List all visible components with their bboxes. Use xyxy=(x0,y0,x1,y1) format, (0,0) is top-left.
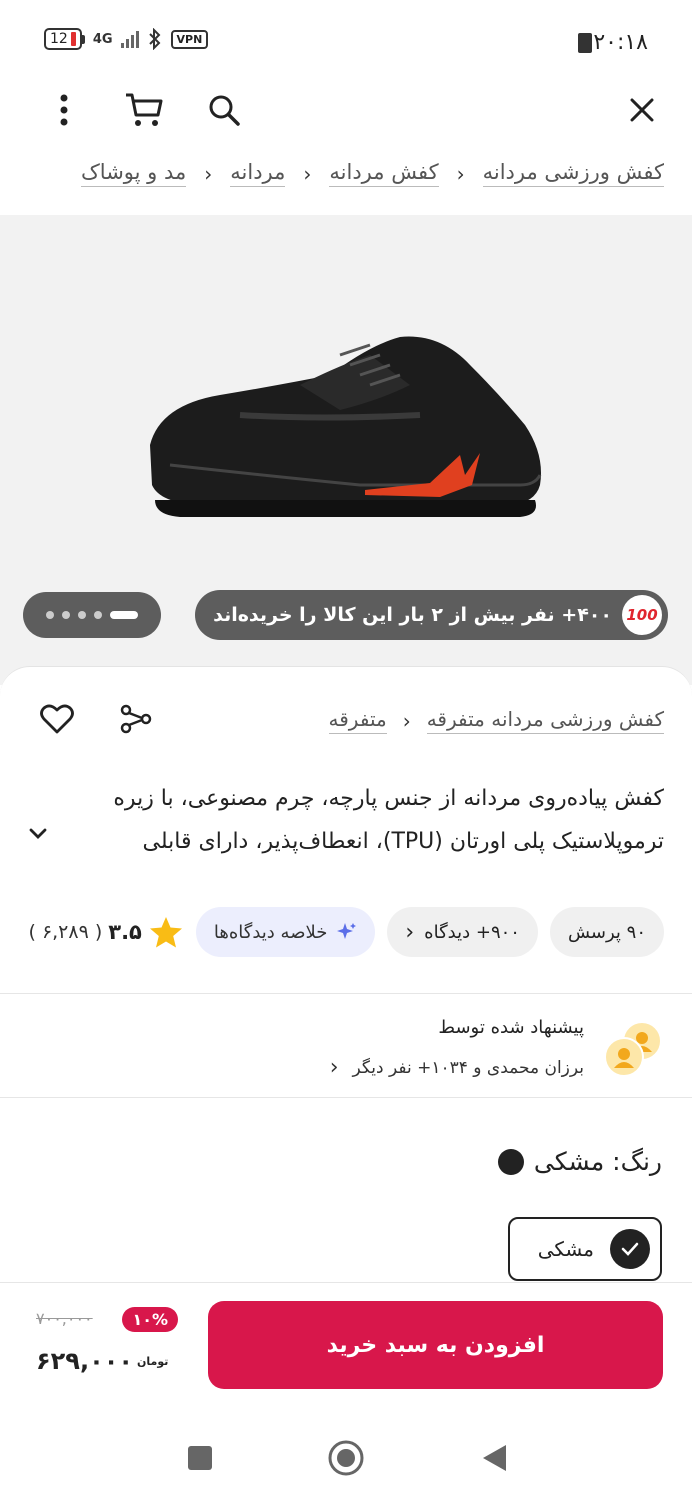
recommended-subtitle: برزان محمدی و ۱۰۳۴+ نفر دیگر ‹ xyxy=(329,1055,584,1080)
bluetooth-icon xyxy=(148,28,160,50)
review-summary-button[interactable]: خلاصه دیدگاه‌ها xyxy=(195,907,376,957)
avatar-group xyxy=(598,1021,664,1081)
more-vertical-icon[interactable] xyxy=(40,86,88,134)
product-gallery[interactable]: 100 ۴۰۰+ نفر بیش از ۲ بار این کالا را خر… xyxy=(0,215,692,685)
breadcrumb-item[interactable]: کفش ورزشی مردانه xyxy=(482,160,664,187)
chevron-left-icon: ‹ xyxy=(405,919,415,945)
status-time: ۲۰:۱۸ xyxy=(593,30,648,55)
divider xyxy=(0,993,692,994)
back-icon[interactable] xyxy=(474,1438,514,1478)
hundred-icon: 100 xyxy=(622,595,662,635)
toolbar xyxy=(0,80,692,140)
search-icon[interactable] xyxy=(200,86,248,134)
gallery-dot[interactable] xyxy=(62,611,70,619)
questions-label: ۹۰ پرسش xyxy=(567,921,646,943)
brand-link[interactable]: متفرقه xyxy=(328,707,387,734)
heart-icon[interactable] xyxy=(40,703,74,735)
share-icon[interactable] xyxy=(120,704,152,734)
product-title-line: ترموپلاستیک پلی اورتان (TPU)، انعطاف‌پذی… xyxy=(142,829,664,854)
star-icon xyxy=(149,917,182,948)
product-title-line: کفش پیاده‌روی مردانه از جنس پارچه، چرم م… xyxy=(113,786,664,811)
avatar xyxy=(604,1037,644,1077)
gallery-pagination[interactable] xyxy=(23,592,161,638)
battery-icon: 12 xyxy=(44,28,82,50)
system-nav-bar xyxy=(0,1412,692,1500)
old-price: ۷۰۰,۰۰۰ xyxy=(36,1309,93,1328)
gallery-dot[interactable] xyxy=(78,611,86,619)
product-breadcrumb: متفرقه ‹ کفش ورزشی مردانه متفرقه xyxy=(328,707,664,734)
product-title[interactable]: کفش پیاده‌روی مردانه از جنس پارچه، چرم م… xyxy=(24,777,664,863)
breadcrumb-item[interactable]: کفش مردانه xyxy=(329,160,439,187)
color-label: رنگ: مشکی xyxy=(533,1147,662,1176)
recommended-title: پیشنهاد شده توسط xyxy=(438,1017,584,1038)
chevron-down-icon[interactable] xyxy=(28,827,48,841)
purchase-note-pill: 100 ۴۰۰+ نفر بیش از ۲ بار این کالا را خر… xyxy=(195,590,668,640)
battery-saver-icon xyxy=(578,33,592,53)
chevron-left-icon: ‹ xyxy=(204,161,213,186)
purchase-bar: افزودن به سبد خرید ۷۰۰,۰۰۰ ۱۰% ۶۲۹,۰۰۰ ت… xyxy=(0,1282,692,1412)
home-icon[interactable] xyxy=(326,1438,366,1478)
chevron-left-icon: ‹ xyxy=(329,1055,339,1080)
chevron-left-icon: ‹ xyxy=(456,161,465,186)
add-to-cart-button[interactable]: افزودن به سبد خرید xyxy=(208,1301,663,1389)
chevron-left-icon: ‹ xyxy=(303,161,312,186)
gallery-dot[interactable] xyxy=(46,611,54,619)
color-option-label: مشکی xyxy=(537,1237,594,1261)
color-swatch xyxy=(497,1148,524,1175)
sparkle-icon xyxy=(337,923,357,939)
product-card: متفرقه ‹ کفش ورزشی مردانه متفرقه کفش پیا… xyxy=(0,666,692,1306)
color-heading: رنگ: مشکی xyxy=(497,1147,662,1176)
network-type: 4G xyxy=(92,31,113,47)
category-link[interactable]: کفش ورزشی مردانه متفرقه xyxy=(426,707,664,734)
product-actions xyxy=(40,703,152,735)
price-box: ۷۰۰,۰۰۰ ۱۰% ۶۲۹,۰۰۰ تومان xyxy=(36,1301,181,1391)
gallery-dot[interactable] xyxy=(94,611,102,619)
breadcrumb: مد و پوشاک ‹ مردانه ‹ کفش مردانه ‹ کفش و… xyxy=(81,160,664,187)
product-image[interactable] xyxy=(140,325,550,525)
status-bar: 12 4G VPN ۲۰:۱۸ xyxy=(0,0,692,80)
rating-count: ( ۶,۲۸۹ ) xyxy=(28,921,103,943)
check-icon xyxy=(610,1229,650,1269)
signal-icon xyxy=(120,30,139,48)
vpn-badge: VPN xyxy=(170,29,209,49)
reviews-button[interactable]: ۹۰۰+ دیدگاه ‹ xyxy=(387,907,538,957)
status-indicators: 12 4G VPN xyxy=(44,28,209,50)
product-stats: ۳.۵ ( ۶,۲۸۹ ) خلاصه دیدگاه‌ها ۹۰۰+ دیدگا… xyxy=(28,907,664,957)
review-summary-label: خلاصه دیدگاه‌ها xyxy=(213,921,328,943)
price-value: ۶۲۹,۰۰۰ xyxy=(36,1347,134,1375)
breadcrumb-item[interactable]: مد و پوشاک xyxy=(81,160,187,187)
currency-label: تومان xyxy=(137,1354,169,1368)
price: ۶۲۹,۰۰۰ تومان xyxy=(36,1347,168,1375)
battery-level: 12 xyxy=(50,31,68,47)
gallery-dot-active[interactable] xyxy=(110,611,138,619)
chevron-left-icon: ‹ xyxy=(402,708,411,733)
divider xyxy=(0,1097,692,1098)
recommended-by[interactable]: پیشنهاد شده توسط برزان محمدی و ۱۰۳۴+ نفر… xyxy=(24,1017,664,1097)
cart-icon[interactable] xyxy=(120,86,168,134)
questions-button[interactable]: ۹۰ پرسش xyxy=(549,907,664,957)
recent-apps-icon[interactable] xyxy=(180,1438,220,1478)
breadcrumb-item[interactable]: مردانه xyxy=(230,160,286,187)
discount-badge: ۱۰% xyxy=(122,1307,178,1332)
purchase-note: ۴۰۰+ نفر بیش از ۲ بار این کالا را خریده‌… xyxy=(213,604,612,626)
rating[interactable]: ۳.۵ ( ۶,۲۸۹ ) xyxy=(28,915,183,949)
color-option-black[interactable]: مشکی xyxy=(508,1217,662,1281)
rating-value: ۳.۵ xyxy=(108,920,142,944)
close-icon[interactable] xyxy=(618,86,666,134)
reviews-label: ۹۰۰+ دیدگاه xyxy=(424,921,520,943)
